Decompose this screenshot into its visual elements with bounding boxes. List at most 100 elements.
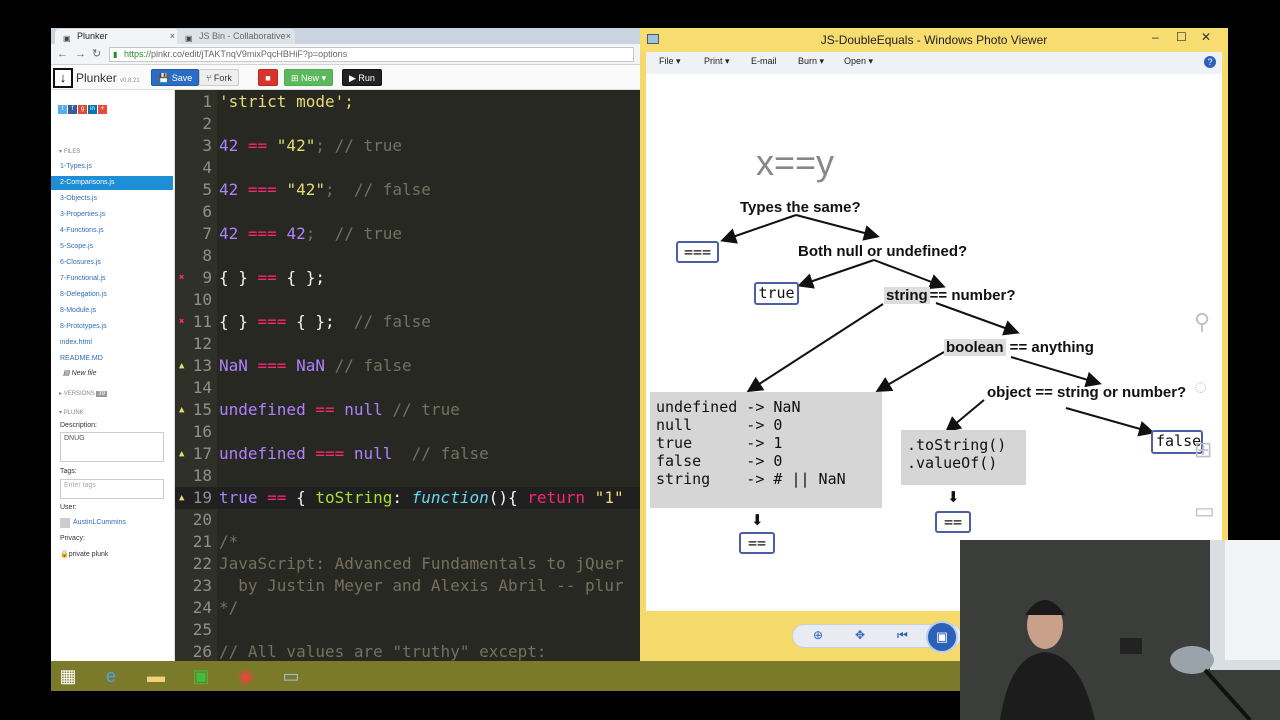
code-line[interactable]: 7 42 === 42; // true (175, 223, 640, 245)
help-icon[interactable]: ? (1204, 56, 1216, 68)
code-line[interactable]: 22 JavaScript: Advanced Fundamentals to j… (175, 553, 640, 575)
close-tab-icon[interactable]: × (286, 29, 291, 43)
slideshow-icon[interactable]: ▭ (1194, 498, 1215, 524)
forward-icon[interactable]: → (75, 47, 86, 61)
viewer-title: JS-DoubleEquals - Windows Photo Viewer (820, 33, 1048, 47)
plunk-header[interactable]: ▾ PLUNK (59, 409, 84, 416)
file-item[interactable]: 8-Delegation.js (51, 288, 173, 302)
code-line[interactable]: 21 /* (175, 531, 640, 553)
previous-icon[interactable]: ⏮ (897, 628, 908, 643)
menu-file-label: File (659, 56, 674, 66)
address-bar[interactable]: ▮ https://plnkr.co/edit/jTAKTnqV9mixPqcH… (109, 47, 634, 62)
menu-email[interactable]: E-mail (751, 56, 777, 66)
code-line[interactable]: 16 (175, 421, 640, 443)
menu-file[interactable]: File ▾ (659, 56, 681, 67)
store-icon[interactable]: ▣ (189, 664, 213, 688)
chrome-icon[interactable]: ◉ (234, 664, 258, 688)
code-line[interactable]: ▲ 15 undefined == null // true (175, 399, 640, 421)
minimize-icon[interactable]: – (1152, 30, 1159, 44)
file-item[interactable]: 1-Types.js (51, 160, 173, 174)
code-line[interactable]: 5 42 === "42"; // false (175, 179, 640, 201)
code-line[interactable]: 1 'strict mode'; (175, 91, 640, 113)
file-item[interactable]: 3-Properties.js (51, 208, 173, 222)
code-line[interactable]: 14 (175, 377, 640, 399)
zoom-icon[interactable]: ⊕ (813, 628, 823, 642)
file-item[interactable]: 8-Prototypes.js (51, 320, 173, 334)
file-item[interactable]: 6-Closures.js (51, 256, 173, 270)
file-item[interactable]: 7-Functional.js (51, 272, 173, 286)
files-header[interactable]: ▾ FILES (59, 148, 80, 155)
windows-icon[interactable]: ⊞ (1194, 437, 1212, 463)
code-line[interactable]: 8 (175, 245, 640, 267)
menu-open[interactable]: Open ▾ (844, 56, 873, 67)
file-item[interactable]: 4-Functions.js (51, 224, 173, 238)
maximize-icon[interactable]: ☐ (1176, 30, 1187, 44)
tags-input[interactable]: Enter tags (60, 479, 164, 499)
code-line[interactable]: 20 (175, 509, 640, 531)
code-line[interactable]: 3 42 == "42"; // true (175, 135, 640, 157)
code-token: JavaScript: Advanced Fundamentals to jQu… (219, 554, 624, 573)
code-line[interactable]: 6 (175, 201, 640, 223)
code-editor[interactable]: 1'strict mode'; 2 3 42 == "42"; // true 4 5 42… (175, 90, 640, 661)
google-plus-icon[interactable]: g (78, 105, 87, 114)
slideshow-button[interactable]: ▣ (926, 621, 958, 653)
linkedin-icon[interactable]: in (88, 105, 97, 114)
code-line[interactable]: 12 (175, 333, 640, 355)
code-line[interactable]: 2 (175, 113, 640, 135)
file-item[interactable]: README.MD (51, 352, 173, 366)
actual-size-icon[interactable]: ✥ (855, 628, 865, 642)
magnifier-icon[interactable]: ⚲ (1194, 309, 1210, 335)
file-explorer-icon[interactable]: ▬ (144, 664, 168, 688)
conversion-table: undefined -> NaN null -> 0 true -> 1 fal… (650, 392, 882, 508)
code-line[interactable]: 23 by Justin Meyer and Alexis Abril -- p… (175, 575, 640, 597)
file-item[interactable]: index.html (51, 336, 173, 350)
code-line[interactable]: 25 (175, 619, 640, 641)
photo-viewer-taskbar-icon[interactable]: ▭ (279, 664, 303, 688)
task-view-icon[interactable]: ▦ (56, 664, 80, 688)
plus-icon[interactable]: + (98, 105, 107, 114)
tab-jsbin[interactable]: ▣ JS Bin - Collaborative × (177, 29, 295, 44)
file-item[interactable]: 8-Module.js (51, 304, 173, 318)
new-file-link[interactable]: ▤ New file (63, 369, 96, 377)
navigation-bar: ← → ↻ ▮ https://plnkr.co/edit/jTAKTnqV9m… (51, 44, 640, 65)
code-line[interactable]: ▲ 13 NaN === NaN // false (175, 355, 640, 377)
fork-button[interactable]: ⑂ Fork (199, 69, 239, 86)
menu-print[interactable]: Print ▾ (704, 56, 730, 67)
code-line[interactable]: 24 */ (175, 597, 640, 619)
new-button[interactable]: ⊞ New ▾ (284, 69, 334, 86)
code-line[interactable]: 10 (175, 289, 640, 311)
back-icon[interactable]: ← (57, 47, 68, 61)
facebook-icon[interactable]: f (68, 105, 77, 114)
code-line[interactable]: 4 (175, 157, 640, 179)
code-text: { } === { }; // false (219, 311, 431, 333)
run-button[interactable]: ▶ Run (342, 69, 382, 86)
plunker-logo-icon[interactable]: ↓ (53, 68, 73, 88)
user-link[interactable]: AustinLCummins (73, 519, 126, 526)
code-line[interactable]: 18 (175, 465, 640, 487)
file-item[interactable]: 5-Scope.js (51, 240, 173, 254)
code-line[interactable]: ▲ 17 undefined === null // false (175, 443, 640, 465)
menu-burn[interactable]: Burn ▾ (798, 56, 824, 67)
file-item[interactable]: 3-Objects.js (51, 192, 173, 206)
line-number: 6 (202, 202, 212, 221)
close-icon[interactable]: ✕ (1201, 30, 1211, 44)
internet-explorer-icon[interactable]: e (99, 664, 123, 688)
delete-button[interactable]: ■ (258, 69, 278, 86)
code-token: 42 (219, 224, 239, 243)
code-token: "1" (585, 488, 624, 507)
description-field[interactable]: DNUG (60, 432, 164, 462)
code-line[interactable]: ▲ 19 true == { toString: function(){ retur… (175, 487, 640, 509)
reload-icon[interactable]: ↻ (92, 47, 101, 61)
taskbar: ▦ e ▬ ▣ ◉ ▭ (51, 661, 960, 691)
save-button[interactable]: 💾 Save (151, 69, 200, 86)
rotate-icon[interactable]: ◌ (1194, 374, 1207, 400)
save-label: Save (171, 73, 193, 83)
versions-header[interactable]: ▸ VERSIONS 39 (59, 390, 108, 397)
code-line[interactable]: ✖ 9{ } == { }; (175, 267, 640, 289)
file-item[interactable]: 2-Comparisons.js (51, 176, 173, 190)
tab-plunker[interactable]: ▣ Plunker × (55, 29, 179, 44)
code-line[interactable]: ✖ 11{ } === { }; // false (175, 311, 640, 333)
close-tab-icon[interactable]: × (170, 29, 175, 43)
code-line[interactable]: 26 // All values are "truthy" except: (175, 641, 640, 661)
twitter-icon[interactable]: t (58, 105, 67, 114)
